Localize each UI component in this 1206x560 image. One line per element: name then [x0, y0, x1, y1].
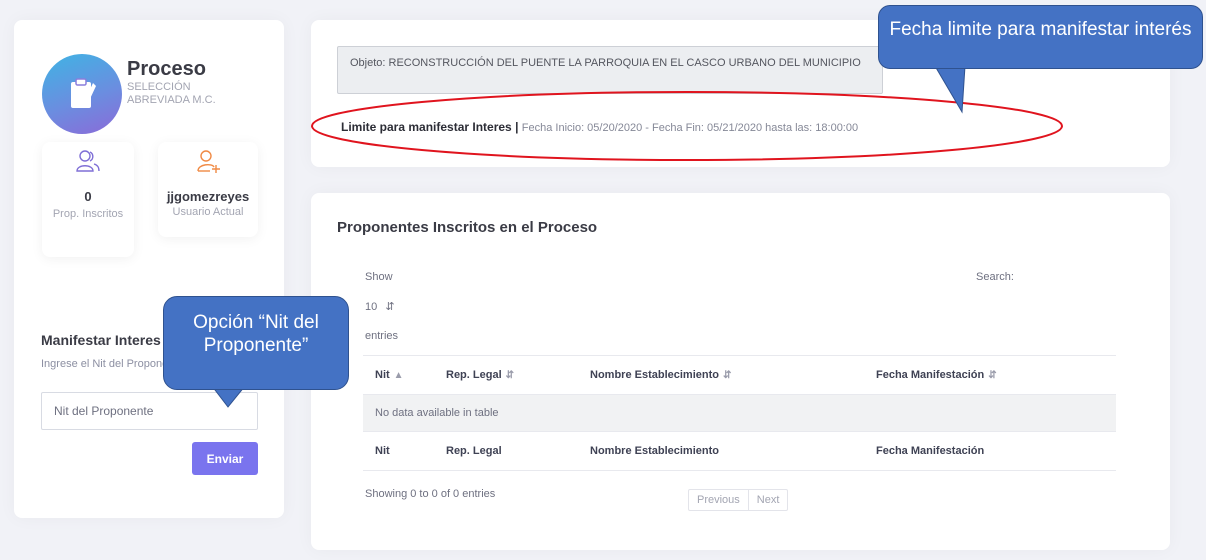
proponents-label: Prop. Inscritos [52, 208, 124, 220]
limite-label: Limite para manifestar Interes | [341, 120, 519, 134]
pagination: Previous Next [688, 489, 789, 511]
users-icon [75, 148, 101, 179]
sort-icon: ⇵ [722, 370, 732, 381]
sort-asc-icon: ▲ [393, 370, 404, 381]
current-user-label: Usuario Actual [172, 206, 244, 218]
sort-updown-icon: ⇵ [385, 301, 395, 313]
footer-nombre-establecimiento: Nombre Establecimiento [578, 431, 864, 471]
table-header-row: Nit ▲ Rep. Legal ⇵ Nombre Establecimiento ⇵… [363, 355, 1116, 395]
clipboard-icon [71, 78, 96, 108]
entries-label: entries [365, 330, 399, 342]
proponents-table: Nit ▲ Rep. Legal ⇵ Nombre Establecimiento ⇵… [363, 355, 1116, 471]
sort-icon: ⇵ [988, 370, 997, 381]
search-label: Search: [976, 271, 1014, 283]
manifest-title: Manifestar Interes [41, 332, 161, 348]
column-nombre-establecimiento[interactable]: Nombre Establecimiento ⇵ [578, 355, 864, 395]
footer-fecha-manifestacion: Fecha Manifestación [864, 431, 1116, 471]
limite-dates: Fecha Inicio: 05/20/2020 - Fecha Fin: 05… [521, 122, 859, 134]
empty-message: No data available in table [363, 394, 1116, 432]
page-length-value: 10 [365, 301, 378, 313]
sidebar-card: Proceso SELECCIÓN ABREVIADA M.C. 0 Prop.… [14, 20, 284, 518]
callout-fecha-limite: Fecha limite para manifestar interés [878, 5, 1203, 69]
current-username: jjgomezreyes [166, 189, 250, 204]
stat-current-user: jjgomezreyes Usuario Actual [158, 142, 258, 237]
page-length-select[interactable]: 10 ⇵ [365, 300, 395, 313]
objeto-box: Objeto: RECONSTRUCCIÓN DEL PUENTE LA PAR… [337, 46, 883, 94]
show-label: Show [365, 271, 393, 283]
user-add-icon [195, 148, 221, 179]
next-button[interactable]: Next [747, 490, 788, 510]
process-title: Proceso [127, 58, 206, 80]
limite-row: Limite para manifestar Interes | Fecha I… [341, 120, 858, 134]
footer-nit: Nit [363, 431, 434, 471]
table-info: Showing 0 to 0 of 0 entries [365, 488, 496, 500]
footer-rep-legal: Rep. Legal [434, 431, 578, 471]
column-nit[interactable]: Nit ▲ [363, 355, 434, 395]
stat-proponents: 0 Prop. Inscritos [42, 142, 134, 257]
enviar-button[interactable]: Enviar [192, 442, 258, 475]
table-row: No data available in table [363, 394, 1116, 432]
proponents-card: Proponentes Inscritos en el Proceso Show… [311, 193, 1170, 550]
previous-button[interactable]: Previous [689, 490, 748, 510]
process-type: SELECCIÓN ABREVIADA M.C. [127, 81, 216, 106]
callout-nit-proponente: Opción “Nit del Proponente” [163, 296, 349, 390]
process-avatar [42, 54, 122, 134]
nit-input[interactable] [41, 392, 258, 430]
column-rep-legal[interactable]: Rep. Legal ⇵ [434, 355, 578, 395]
proponents-count: 0 [84, 189, 92, 204]
column-fecha-manifestacion[interactable]: Fecha Manifestación ⇵ [864, 355, 1116, 395]
sort-icon: ⇵ [505, 370, 515, 381]
section-title: Proponentes Inscritos en el Proceso [337, 219, 598, 236]
table-footer-row: Nit Rep. Legal Nombre Establecimiento Fe… [363, 431, 1116, 471]
